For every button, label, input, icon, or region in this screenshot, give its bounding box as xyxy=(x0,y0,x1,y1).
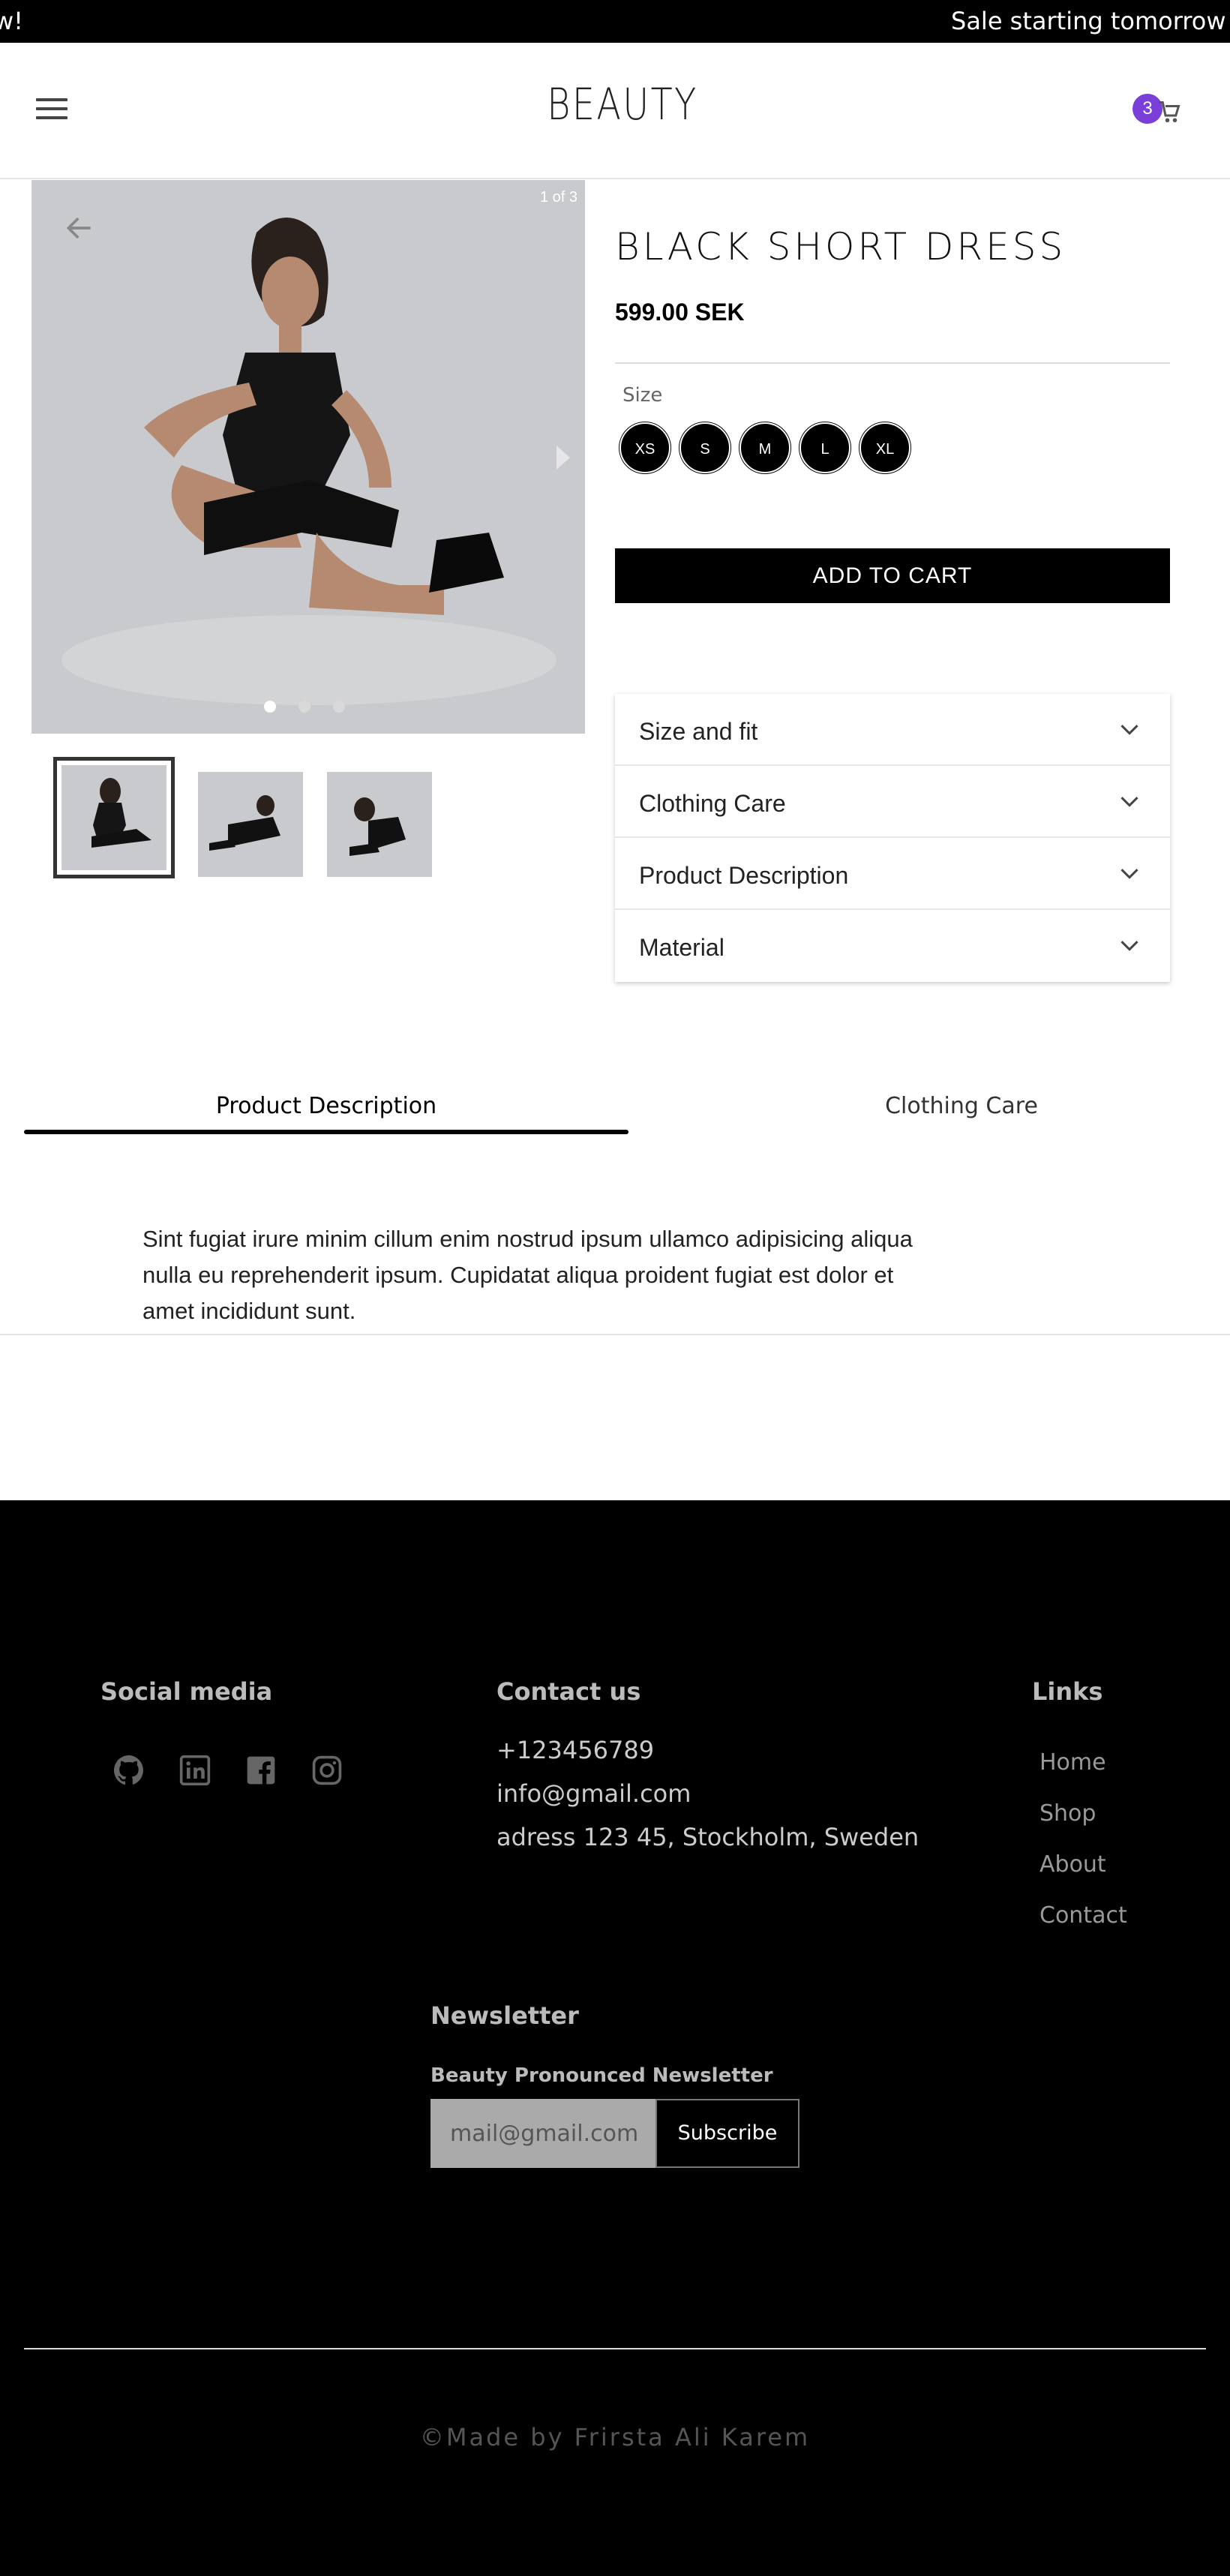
size-label: Size xyxy=(622,384,663,407)
chevron-down-icon xyxy=(1120,725,1138,735)
chevron-down-icon xyxy=(1120,941,1138,951)
divider xyxy=(0,1334,1230,1335)
announcement-text: Sale starting tomorrow xyxy=(951,7,1226,35)
footer-link-home[interactable]: Home xyxy=(1040,1749,1106,1776)
carousel-dot[interactable] xyxy=(298,701,310,713)
chevron-down-icon xyxy=(1120,869,1138,879)
social-media-heading: Social media xyxy=(100,1677,273,1706)
add-to-cart-button[interactable]: ADD TO CART xyxy=(615,548,1170,603)
chevron-down-icon xyxy=(1120,797,1138,807)
product-title: BLACK SHORT DRESS xyxy=(615,225,1066,269)
footer-link-contact[interactable]: Contact xyxy=(1040,1902,1127,1929)
size-option-l[interactable]: L xyxy=(800,422,850,473)
size-selector: XS S M L XL xyxy=(620,422,910,473)
product-details-accordion: Size and fit Clothing Care Product Descr… xyxy=(615,694,1170,982)
cart-button[interactable]: 3 xyxy=(1131,94,1182,131)
newsletter-email-input[interactable] xyxy=(430,2099,656,2168)
contact-email: info@gmail.com xyxy=(496,1779,692,1808)
thumbnail-3[interactable] xyxy=(327,772,432,877)
thumbnail-1[interactable] xyxy=(53,757,175,878)
size-option-xl[interactable]: XL xyxy=(860,422,910,473)
linkedin-icon[interactable] xyxy=(178,1754,212,1787)
active-tab-indicator xyxy=(24,1130,628,1134)
product-price: 599.00 SEK xyxy=(615,299,745,326)
accordion-label: Material xyxy=(639,934,724,961)
arrow-left-icon[interactable] xyxy=(63,212,96,245)
accordion-product-description[interactable]: Product Description xyxy=(615,838,1170,910)
size-option-s[interactable]: S xyxy=(680,422,730,473)
carousel-dots xyxy=(264,701,345,713)
announcement-text-left: w! xyxy=(0,7,23,35)
accordion-clothing-care[interactable]: Clothing Care xyxy=(615,766,1170,838)
image-counter: 1 of 3 xyxy=(539,189,578,206)
instagram-icon[interactable] xyxy=(310,1754,344,1787)
tab-product-description[interactable]: Product Description xyxy=(24,1080,628,1134)
newsletter-heading: Newsletter xyxy=(430,2001,579,2030)
contact-address: adress 123 45, Stockholm, Sweden xyxy=(496,1823,920,1851)
footer-divider xyxy=(24,2348,1206,2349)
divider xyxy=(615,362,1170,364)
tab-content-text: Sint fugiat irure minim cillum enim nost… xyxy=(142,1226,913,1324)
product-tabs: Product Description Clothing Care xyxy=(24,1080,1230,1134)
footer-link-shop[interactable]: Shop xyxy=(1040,1800,1096,1827)
size-option-xs[interactable]: XS xyxy=(620,422,670,473)
tab-clothing-care[interactable]: Clothing Care xyxy=(646,1080,1230,1134)
carousel-dot[interactable] xyxy=(333,701,345,713)
product-image-carousel[interactable]: 1 of 3 xyxy=(32,180,585,734)
brand-logo[interactable]: BEAUTY xyxy=(112,79,1132,130)
product-photo xyxy=(32,180,585,734)
newsletter-subheading: Beauty Pronounced Newsletter xyxy=(430,2064,773,2087)
contact-phone: +123456789 xyxy=(496,1736,655,1764)
accordion-label: Clothing Care xyxy=(639,790,786,817)
shopping-cart-icon xyxy=(1159,101,1180,122)
social-icons xyxy=(112,1754,344,1787)
footer-link-about[interactable]: About xyxy=(1040,1851,1106,1878)
chevron-right-icon[interactable] xyxy=(554,443,572,473)
site-header: BEAUTY 3 xyxy=(0,43,1230,179)
accordion-label: Product Description xyxy=(639,862,849,889)
site-footer: Social media Contact us +123456789 info@… xyxy=(0,1500,1230,2576)
copyright-text: ©Made by Frirsta Ali Karem xyxy=(419,2423,811,2451)
subscribe-button[interactable]: Subscribe xyxy=(656,2099,800,2168)
thumbnail-2[interactable] xyxy=(198,772,303,877)
accordion-label: Size and fit xyxy=(639,718,758,745)
facebook-icon[interactable] xyxy=(244,1754,278,1787)
accordion-size-and-fit[interactable]: Size and fit xyxy=(615,694,1170,766)
links-heading: Links xyxy=(1032,1677,1103,1706)
github-icon[interactable] xyxy=(112,1754,146,1787)
accordion-material[interactable]: Material xyxy=(615,910,1170,982)
announcement-bar: w! Sale starting tomorrow xyxy=(0,0,1230,43)
carousel-dot[interactable] xyxy=(264,701,276,713)
size-option-m[interactable]: M xyxy=(740,422,790,473)
contact-heading: Contact us xyxy=(496,1677,641,1706)
hamburger-menu-icon[interactable] xyxy=(36,98,68,124)
